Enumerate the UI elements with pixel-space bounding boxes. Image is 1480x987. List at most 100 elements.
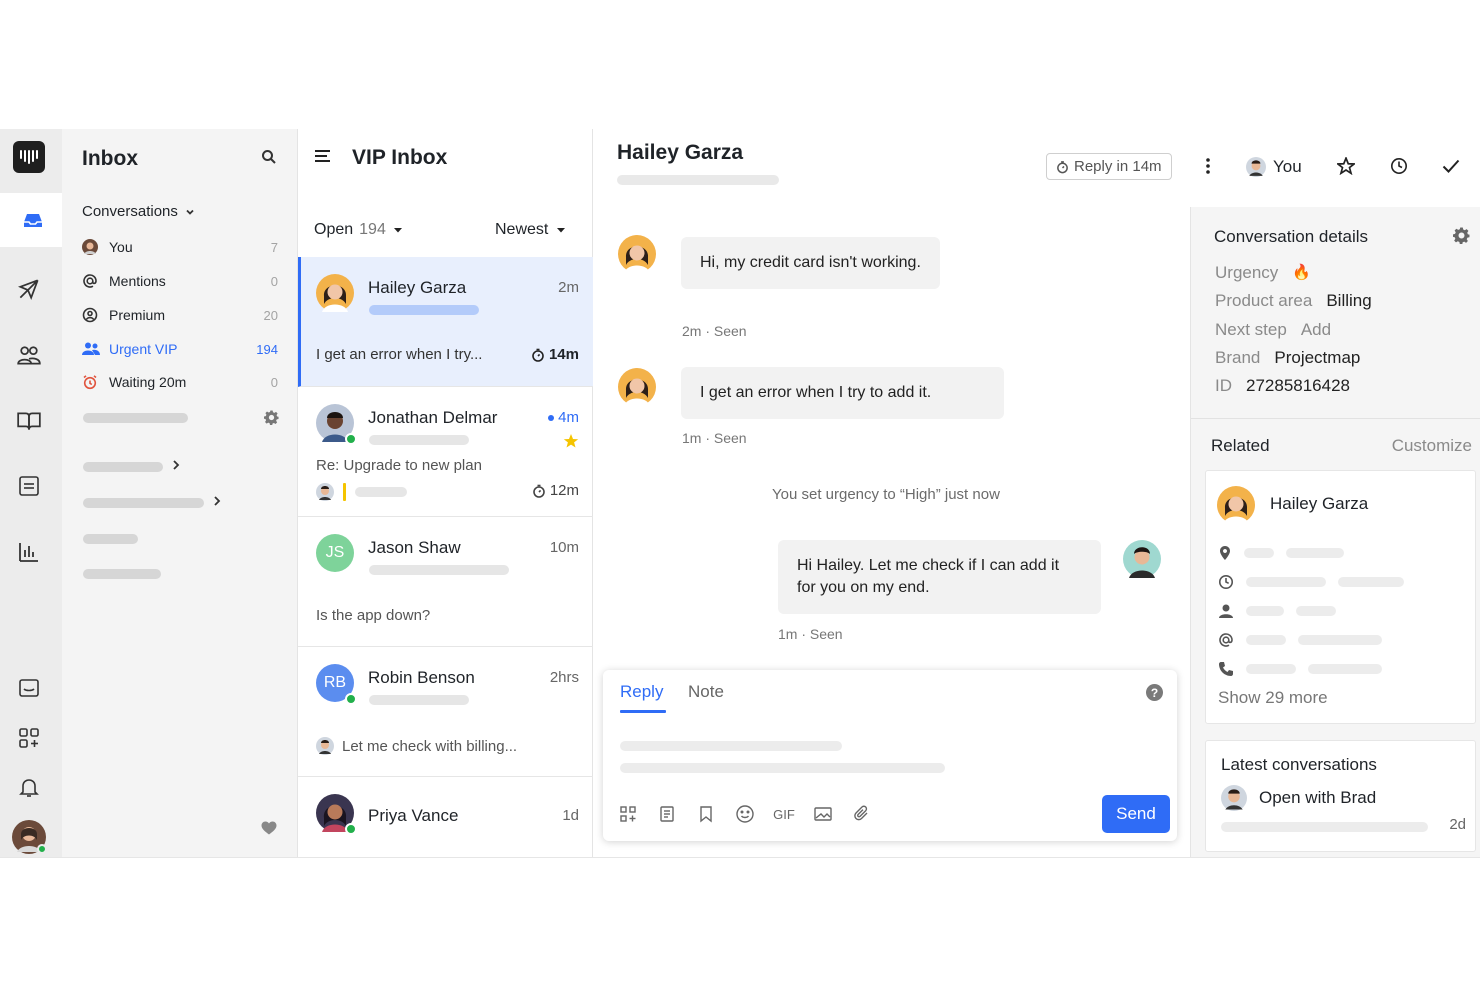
tab-reply[interactable]: Reply	[620, 682, 663, 702]
agent-avatar-icon	[1221, 785, 1247, 811]
attribute-placeholder	[1296, 606, 1336, 616]
article-icon[interactable]	[656, 803, 678, 825]
fire-icon: 🔥	[1292, 264, 1311, 281]
conversation-item[interactable]: Priya Vance 1d	[298, 777, 593, 857]
message-bubble: I get an error when I try to add it.	[681, 367, 1004, 419]
star-icon[interactable]	[1335, 155, 1357, 177]
conversation-time: 2m	[558, 279, 579, 296]
assignee-selector[interactable]: You	[1246, 157, 1302, 177]
conversation-preview: Is the app down?	[316, 607, 431, 624]
sort-label: Newest	[495, 221, 549, 238]
thread-contact-name: Hailey Garza	[617, 141, 744, 164]
knowledge-icon[interactable]	[15, 407, 43, 435]
contact-avatar	[618, 368, 656, 406]
chevron-right-icon[interactable]	[171, 458, 181, 476]
preview-placeholder	[369, 435, 469, 445]
attribute-key: Urgency	[1215, 263, 1279, 282]
notifications-icon[interactable]	[15, 773, 43, 801]
assignee-avatar-icon	[1246, 157, 1266, 177]
nav-item-label: Urgent VIP	[109, 341, 178, 357]
nav-item-waiting[interactable]: Waiting 20m 0	[82, 369, 278, 395]
related-contact-name[interactable]: Hailey Garza	[1270, 494, 1368, 514]
apps-insert-icon[interactable]	[617, 803, 639, 825]
nav-placeholder	[83, 569, 161, 579]
contact-name: Jason Shaw	[368, 538, 461, 557]
reports-list-icon[interactable]	[15, 472, 43, 500]
contact-attribute-row	[1218, 603, 1336, 619]
tab-note[interactable]: Note	[688, 682, 724, 702]
attribute-next-step[interactable]: Next step Add	[1215, 320, 1331, 340]
emoji-icon[interactable]	[734, 803, 756, 825]
apps-icon[interactable]	[15, 724, 43, 752]
caret-down-icon	[557, 228, 566, 233]
nav-item-label: Waiting 20m	[109, 374, 187, 390]
at-sign-icon	[1219, 633, 1233, 647]
list-title: VIP Inbox	[352, 146, 448, 169]
chevron-right-icon[interactable]	[212, 494, 222, 512]
system-event-message: You set urgency to “High” just now	[772, 486, 1000, 503]
attribute-product-area[interactable]: Product area Billing	[1215, 291, 1372, 311]
reply-composer: Reply Note ? GIF Send	[603, 670, 1177, 841]
snooze-clock-icon[interactable]	[1388, 155, 1410, 177]
attribute-placeholder	[1246, 606, 1284, 616]
bookmark-icon[interactable]	[695, 803, 717, 825]
conversation-item[interactable]: Hailey Garza 2m I get an error when I tr…	[298, 257, 593, 387]
gif-icon[interactable]: GIF	[773, 803, 795, 825]
agent-avatar	[1123, 540, 1161, 578]
latest-conversation-item[interactable]: Open with Brad	[1221, 785, 1376, 811]
conversation-item[interactable]: Jonathan Delmar 4m Re: Upgrade to new pl…	[298, 387, 593, 517]
heart-icon[interactable]	[261, 821, 277, 840]
attribute-key: Product area	[1215, 291, 1313, 310]
online-status-dot	[345, 433, 357, 445]
inbox-icon[interactable]	[0, 193, 62, 247]
logo-icon[interactable]	[13, 141, 45, 173]
conversation-icon[interactable]	[15, 675, 43, 703]
attribute-key: Brand	[1215, 348, 1261, 367]
attachment-icon[interactable]	[851, 803, 873, 825]
mention-icon	[82, 273, 109, 289]
help-icon[interactable]: ?	[1146, 684, 1163, 701]
priority-marker	[343, 483, 346, 501]
show-more-link[interactable]: Show 29 more	[1218, 688, 1328, 708]
details-settings-gear-icon[interactable]	[1453, 227, 1470, 249]
more-options-icon[interactable]	[1197, 155, 1219, 177]
hamburger-menu-icon[interactable]	[314, 148, 332, 169]
contacts-icon[interactable]	[15, 341, 43, 369]
nav-item-mentions[interactable]: Mentions 0	[82, 268, 278, 294]
current-user-avatar[interactable]	[12, 820, 47, 854]
contact-attribute-row	[1218, 661, 1382, 677]
conversation-time: 2hrs	[549, 669, 579, 686]
send-button[interactable]: Send	[1102, 795, 1170, 833]
settings-gear-icon[interactable]	[264, 410, 279, 430]
conversations-section-toggle[interactable]: Conversations	[82, 203, 196, 220]
location-pin-icon	[1220, 546, 1230, 560]
conversation-item[interactable]: JS Jason Shaw 10m Is the app down?	[298, 517, 593, 647]
image-icon[interactable]	[812, 803, 834, 825]
reply-time-label: Reply in 14m	[1074, 158, 1162, 175]
sort-dropdown[interactable]: Newest	[495, 221, 568, 239]
nav-item-urgent-vip[interactable]: Urgent VIP 194	[82, 336, 278, 362]
left-rail	[0, 129, 62, 857]
customize-link[interactable]: Customize	[1392, 436, 1472, 456]
related-contact-card: Hailey Garza Show 29 more	[1205, 470, 1476, 724]
reports-chart-icon[interactable]	[15, 538, 43, 566]
attribute-placeholder	[1246, 577, 1326, 587]
star-icon[interactable]	[563, 433, 579, 454]
search-icon[interactable]	[261, 149, 277, 170]
timer-icon	[1057, 160, 1068, 173]
status-filter-dropdown[interactable]: Open 194	[314, 221, 404, 239]
conversation-toolbar: Reply in 14m You	[1046, 129, 1480, 207]
attribute-brand[interactable]: Brand Projectmap	[1215, 348, 1360, 368]
agent-avatar-icon	[316, 737, 334, 755]
close-conversation-check-icon[interactable]	[1440, 155, 1462, 177]
alarm-clock-icon	[82, 374, 109, 390]
attribute-urgency[interactable]: Urgency 🔥	[1215, 263, 1311, 283]
nav-placeholder	[83, 413, 188, 423]
nav-item-you[interactable]: You 7	[82, 234, 278, 260]
outbound-icon[interactable]	[15, 275, 43, 303]
contact-avatar	[316, 274, 354, 312]
conversation-item[interactable]: RB Robin Benson 2hrs Let me check with b…	[298, 647, 593, 777]
person-icon	[1219, 604, 1233, 618]
reply-time-badge[interactable]: Reply in 14m	[1046, 153, 1172, 180]
nav-item-premium[interactable]: Premium 20	[82, 302, 278, 328]
